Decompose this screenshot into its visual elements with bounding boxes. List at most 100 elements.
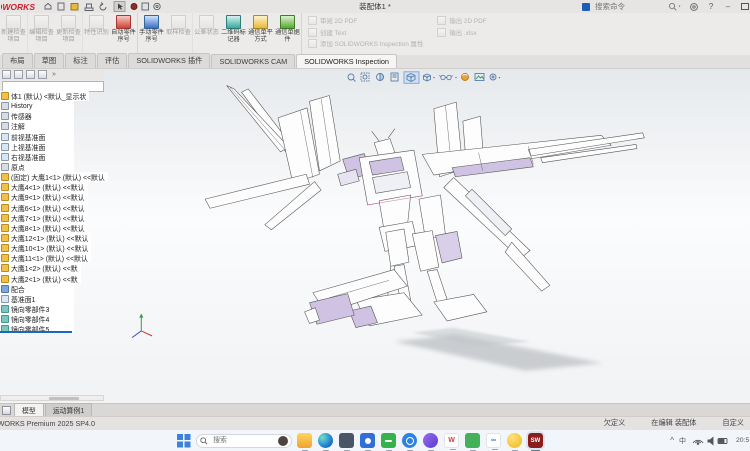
feature-manager-tabs[interactable]: » bbox=[0, 69, 104, 80]
taskbar-app-icon[interactable] bbox=[360, 433, 375, 448]
splitter-icon[interactable] bbox=[2, 406, 11, 415]
feature-tree-item[interactable]: 大鹰12<1> (默认) <<默认 bbox=[0, 233, 91, 243]
command-tab[interactable]: 评估 bbox=[97, 53, 128, 68]
feature-tree-item-icon bbox=[1, 112, 9, 120]
taskbar-app-icon[interactable] bbox=[318, 433, 333, 448]
minimize-button[interactable]: – bbox=[723, 2, 733, 11]
configuration-manager-tab-icon[interactable] bbox=[26, 70, 35, 79]
ribbon-button[interactable]: 取样检查 bbox=[165, 13, 192, 55]
model-3d-mecha[interactable] bbox=[0, 69, 750, 403]
feature-tree-item[interactable]: 大鹰10<1> (默认) <<默认 bbox=[0, 243, 91, 253]
taskbar-app-icon[interactable]: W bbox=[444, 433, 459, 448]
feature-tree-item[interactable]: 原点 bbox=[0, 162, 74, 172]
feature-tree-item[interactable]: 大鹰8<1> (默认) <<默认 bbox=[0, 223, 88, 233]
feature-tree-item[interactable]: 传感器 bbox=[0, 111, 74, 121]
taskbar-search-box[interactable] bbox=[196, 434, 292, 448]
ribbon-button[interactable]: 新建检查项目 bbox=[0, 13, 27, 55]
feature-tree-item[interactable]: 大鹰1<2> (默认) <<默 bbox=[0, 263, 81, 273]
feature-tree-item[interactable]: 基准面1 bbox=[0, 294, 74, 304]
feature-tree-item[interactable]: 上视基准面 bbox=[0, 142, 74, 152]
ribbon-button[interactable]: 公差状态 bbox=[192, 13, 220, 55]
scrollbar-thumb[interactable] bbox=[49, 397, 79, 400]
tray-overflow-chevron-icon[interactable]: ^ bbox=[670, 436, 674, 445]
feature-tree-item[interactable]: 大鹰6<1> (默认) <<默认 bbox=[0, 203, 88, 213]
feature-tree-item[interactable]: 右视基准面 bbox=[0, 152, 74, 162]
feature-tree-item-label: 上视基准面 bbox=[11, 142, 45, 152]
clock[interactable]: 20:5 bbox=[736, 437, 750, 444]
ribbon-menu-item[interactable]: 输出 2D PDF bbox=[437, 16, 486, 25]
command-tab[interactable]: SOLIDWORKS CAM bbox=[211, 54, 295, 68]
feature-tree-item[interactable]: 前视基准面 bbox=[0, 132, 74, 142]
ribbon-button-label: 新建检查项目 bbox=[0, 30, 27, 43]
ribbon-button[interactable]: 通信单据件 bbox=[274, 13, 301, 55]
model-right-wing[interactable] bbox=[422, 133, 644, 291]
command-search-input[interactable] bbox=[593, 1, 665, 12]
graphics-area[interactable] bbox=[0, 69, 750, 403]
display-manager-tab-icon[interactable] bbox=[38, 70, 47, 79]
ribbon-button[interactable]: 更新检查项目 bbox=[55, 13, 82, 55]
ribbon-button[interactable]: 通信单平方式 bbox=[247, 13, 274, 55]
command-tab[interactable]: SOLIDWORKS Inspection bbox=[296, 54, 397, 68]
feature-tree-item[interactable]: 大鹰9<1> (默认) <<默认 bbox=[0, 192, 88, 202]
feature-tree-item[interactable]: 镜向零部件4 bbox=[0, 314, 74, 324]
command-tab[interactable]: SOLIDWORKS 插件 bbox=[128, 53, 210, 68]
model-motion-tab[interactable]: 模型 bbox=[14, 403, 44, 417]
start-button[interactable] bbox=[176, 433, 191, 448]
ribbon-button-icon bbox=[226, 15, 241, 29]
feature-tree-item[interactable]: 镜向零部件5 bbox=[0, 324, 74, 334]
search-icon[interactable] bbox=[668, 2, 682, 11]
model-left-wing[interactable] bbox=[205, 96, 371, 230]
input-method-indicator[interactable]: 中 bbox=[679, 436, 686, 446]
feature-tree-item-label: 前视基准面 bbox=[11, 132, 45, 142]
ribbon-button[interactable]: 编辑检查项目 bbox=[27, 13, 55, 55]
help-icon[interactable]: ? bbox=[706, 2, 716, 11]
taskbar-app-icon[interactable] bbox=[297, 433, 312, 448]
search-avatar-icon[interactable] bbox=[278, 436, 288, 446]
tree-horizontal-scrollbar[interactable] bbox=[0, 395, 104, 401]
quick-access-toolbar[interactable] bbox=[41, 1, 191, 12]
feature-tree-item[interactable]: 大鹰7<1> (默认) <<默认 bbox=[0, 213, 88, 223]
units-selector[interactable]: 自定义 bbox=[722, 418, 744, 428]
taskbar-search-input[interactable] bbox=[211, 436, 267, 445]
property-manager-tab-icon[interactable] bbox=[14, 70, 23, 79]
ribbon-button[interactable]: 特性识别 bbox=[82, 13, 110, 55]
feature-tree-item[interactable]: 大鹰2<1> (默认) <<默 bbox=[0, 274, 81, 284]
ribbon-menu-item[interactable]: 输出 .xlsx bbox=[437, 28, 486, 37]
feature-tree-item-icon bbox=[1, 102, 9, 110]
feature-tree-item[interactable]: History bbox=[0, 101, 74, 111]
taskbar-app-icon[interactable] bbox=[402, 433, 417, 448]
settings-gear-icon[interactable] bbox=[689, 2, 699, 12]
feature-tree-item[interactable]: 镜向零部件3 bbox=[0, 304, 74, 314]
feature-tree-item[interactable]: 大鹰11<1> (默认) <<默认 bbox=[0, 253, 91, 263]
taskbar-app-icon[interactable] bbox=[339, 433, 354, 448]
feature-tree-item[interactable]: 大鹰4<1> (默认) <<默认 bbox=[0, 182, 88, 192]
ribbon-button[interactable]: 二维码标记器 bbox=[220, 13, 247, 55]
taskbar-app-icon[interactable]: ∞ bbox=[486, 433, 501, 448]
tray-status-icons[interactable] bbox=[691, 435, 731, 446]
design-tree-tab-icon[interactable] bbox=[2, 70, 11, 79]
ribbon-menu-item[interactable]: 审阅 2D PDF bbox=[308, 16, 423, 25]
command-tab[interactable]: 标注 bbox=[65, 53, 96, 68]
fm-tabs-overflow-arrows[interactable]: » bbox=[52, 71, 56, 78]
ribbon-menu-item[interactable]: 创建 Text bbox=[308, 28, 423, 37]
ribbon-button[interactable]: 手动零件序号 bbox=[137, 13, 165, 55]
taskbar-app-icon[interactable] bbox=[465, 433, 480, 448]
model-shadow bbox=[394, 328, 603, 371]
model-motion-tab[interactable]: 运动算例1 bbox=[45, 403, 92, 417]
taskbar-app-icon[interactable]: SW bbox=[528, 433, 543, 448]
taskbar-app-icon[interactable] bbox=[423, 433, 438, 448]
command-search-box[interactable] bbox=[582, 1, 682, 12]
ribbon-menu-item[interactable]: 添加 SOLIDWORKS Inspection 属性 bbox=[308, 39, 423, 48]
restore-button[interactable] bbox=[740, 2, 750, 11]
command-tab[interactable]: 草图 bbox=[34, 53, 65, 68]
feature-tree-item[interactable]: 配合 bbox=[0, 284, 74, 294]
rollback-bar[interactable] bbox=[0, 331, 72, 333]
feature-tree-item-label: (固定) 大鹰1<1> (默认) <<默认 bbox=[11, 172, 105, 182]
ribbon-button[interactable]: 自动零件序号 bbox=[110, 13, 137, 55]
taskbar-app-icon[interactable] bbox=[381, 433, 396, 448]
command-tab[interactable]: 布局 bbox=[2, 53, 33, 68]
taskbar-app-icon[interactable] bbox=[507, 433, 522, 448]
feature-tree-item[interactable]: 注解 bbox=[0, 121, 74, 131]
feature-tree-item[interactable]: 体1 (默认) <默认_显示状 bbox=[0, 91, 89, 101]
feature-tree-item[interactable]: (固定) 大鹰1<1> (默认) <<默认 bbox=[0, 172, 108, 182]
